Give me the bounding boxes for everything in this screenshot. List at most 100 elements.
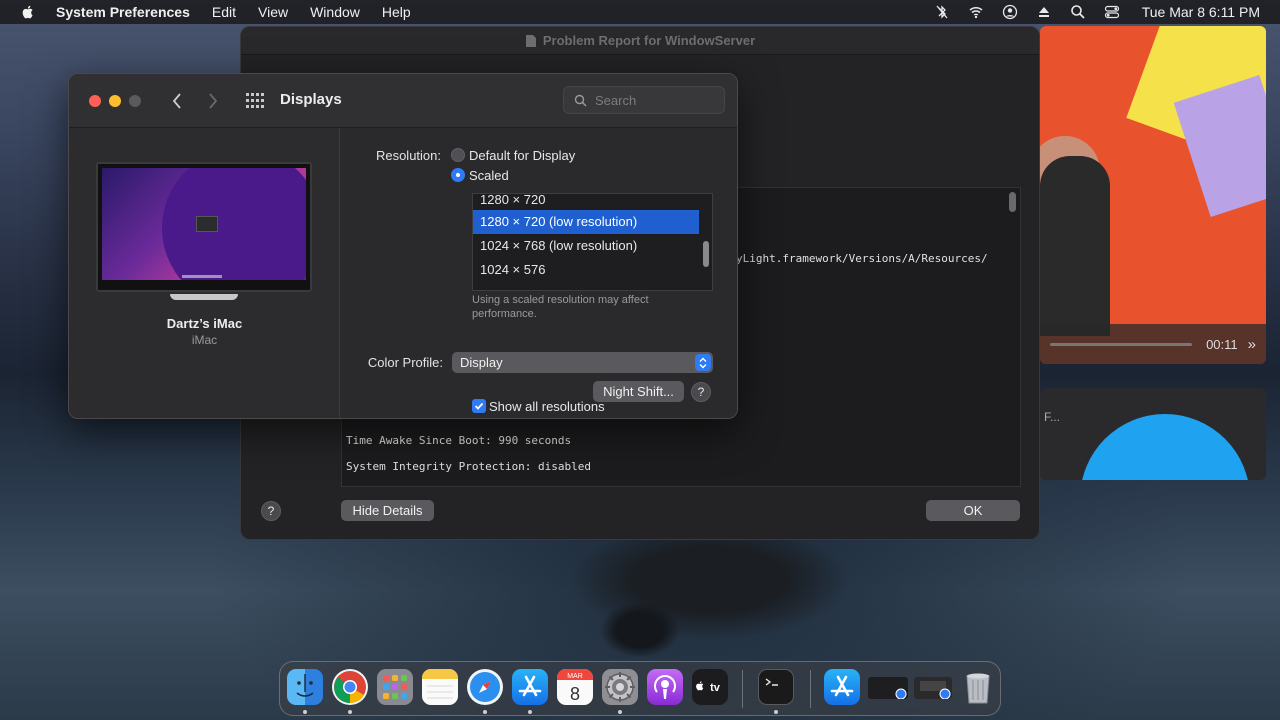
hide-details-button[interactable]: Hide Details xyxy=(341,500,434,521)
skip-forward-icon[interactable]: » xyxy=(1248,336,1256,353)
resolution-list-scrollbar[interactable] xyxy=(703,241,709,267)
show-all-resolutions-label[interactable]: Show all resolutions xyxy=(489,399,605,414)
ok-button[interactable]: OK xyxy=(926,500,1020,521)
app-store-icon[interactable] xyxy=(512,669,548,705)
calendar-icon[interactable]: MAR 8 xyxy=(557,669,593,705)
video-controls: 00:11 » xyxy=(1040,324,1266,364)
menu-edit[interactable]: Edit xyxy=(212,4,236,20)
minimized-window-icon[interactable] xyxy=(868,677,908,699)
apple-tv-label: tv xyxy=(710,682,721,694)
video-time: 00:11 xyxy=(1206,336,1238,352)
control-center-icon[interactable] xyxy=(1104,4,1120,20)
problem-report-titlebar[interactable]: Problem Report for WindowServer xyxy=(241,27,1039,55)
device-model: iMac xyxy=(191,333,218,347)
app-store-folder-icon[interactable] xyxy=(824,669,860,705)
back-arrow-icon[interactable] xyxy=(171,91,183,111)
night-shift-button[interactable]: Night Shift... xyxy=(593,381,684,402)
resolution-item[interactable]: 1024 × 768 (low resolution) xyxy=(473,234,699,258)
calendar-month: MAR xyxy=(567,673,583,680)
zoom-button[interactable] xyxy=(129,95,141,107)
podcasts-icon[interactable] xyxy=(647,669,683,705)
launchpad-icon[interactable] xyxy=(377,669,413,705)
running-indicator xyxy=(528,710,532,714)
video-person xyxy=(1040,156,1110,336)
notes-icon[interactable] xyxy=(422,669,458,705)
wallpaper-mini-dock xyxy=(182,275,222,278)
color-profile-value: Display xyxy=(460,355,503,370)
menu-window[interactable]: Window xyxy=(310,4,360,20)
resolution-item-selected[interactable]: 1280 × 720 (low resolution) xyxy=(473,210,699,234)
wallpaper-mini-window xyxy=(196,216,218,232)
apple-menu-icon[interactable] xyxy=(20,4,36,20)
forward-arrow-icon[interactable] xyxy=(207,91,219,111)
running-indicator xyxy=(774,710,778,714)
report-line: Time Awake Since Boot: 990 seconds xyxy=(346,434,572,447)
minimize-button[interactable] xyxy=(109,95,121,107)
close-button[interactable] xyxy=(89,95,101,107)
menu-view[interactable]: View xyxy=(258,4,288,20)
display-wallpaper xyxy=(102,168,306,280)
menu-clock[interactable]: Tue Mar 8 6:11 PM xyxy=(1142,4,1260,20)
problem-report-title: Problem Report for WindowServer xyxy=(542,33,756,48)
terminal-icon[interactable] xyxy=(758,669,794,705)
blue-circle-graphic xyxy=(1080,414,1250,480)
resolution-list[interactable]: 1280 × 720 1280 × 720 (low resolution) 1… xyxy=(472,193,713,291)
report-line: System Integrity Protection: disabled xyxy=(346,460,592,473)
checkmark-icon xyxy=(474,402,484,410)
radio-scaled[interactable] xyxy=(451,168,465,182)
scaled-resolution-hint: Using a scaled resolution may affect per… xyxy=(472,294,649,320)
report-scrollbar[interactable] xyxy=(1009,192,1016,212)
running-indicator xyxy=(483,710,487,714)
display-arrangement-panel: Dartz’s iMac iMac xyxy=(69,128,340,418)
display-thumbnail[interactable] xyxy=(96,162,312,292)
finder-icon[interactable] xyxy=(287,669,323,705)
chrome-icon[interactable] xyxy=(332,669,368,705)
menu-bar: System Preferences Edit View Window Help… xyxy=(0,0,1280,24)
document-icon xyxy=(525,34,536,47)
video-window[interactable]: 00:11 » xyxy=(1040,26,1266,364)
background-window[interactable]: F... xyxy=(1040,388,1266,480)
dock-separator xyxy=(810,670,811,708)
show-all-resolutions-checkbox[interactable] xyxy=(472,399,486,413)
search-input[interactable] xyxy=(595,92,715,108)
safari-icon[interactable] xyxy=(467,669,503,705)
minimized-window-icon[interactable] xyxy=(914,677,952,699)
display-settings-panel: Resolution: Default for Display Scaled 1… xyxy=(341,128,737,418)
report-line: yLight.framework/Versions/A/Resources/ xyxy=(736,252,988,265)
apple-tv-icon[interactable]: tv xyxy=(692,669,728,705)
menu-app-name[interactable]: System Preferences xyxy=(56,4,190,20)
menu-help[interactable]: Help xyxy=(382,4,411,20)
displays-window: Displays Dartz’s iMac iMac Resolution: D… xyxy=(68,73,738,419)
system-preferences-icon[interactable] xyxy=(602,669,638,705)
option-default-for-display[interactable]: Default for Display xyxy=(469,148,575,163)
desktop-rocks-small xyxy=(600,600,680,660)
calendar-day: 8 xyxy=(570,684,580,704)
running-indicator xyxy=(303,710,307,714)
dock-separator xyxy=(742,670,743,708)
background-window-text: F... xyxy=(1044,410,1061,424)
resolution-label: Resolution: xyxy=(375,148,441,163)
color-profile-label: Color Profile: xyxy=(367,355,443,370)
running-indicator xyxy=(618,710,622,714)
spotlight-search-icon[interactable] xyxy=(1070,4,1086,20)
trash-icon[interactable] xyxy=(960,669,996,705)
show-all-grid-icon[interactable] xyxy=(246,93,264,109)
displays-title: Displays xyxy=(280,91,342,108)
color-profile-select[interactable]: Display xyxy=(452,352,713,373)
report-help-button[interactable]: ? xyxy=(261,501,281,521)
running-indicator xyxy=(348,710,352,714)
menu-extras: Tue Mar 8 6:11 PM xyxy=(934,4,1268,20)
resolution-item[interactable]: 1024 × 576 xyxy=(473,258,699,282)
option-scaled[interactable]: Scaled xyxy=(469,168,509,183)
eject-icon[interactable] xyxy=(1036,4,1052,20)
displays-toolbar[interactable]: Displays xyxy=(69,74,737,128)
user-icon[interactable] xyxy=(1002,4,1018,20)
radio-default-for-display[interactable] xyxy=(451,148,465,162)
display-stand xyxy=(170,294,238,300)
dock: MAR 8 tv xyxy=(279,661,1001,716)
bluetooth-off-icon[interactable] xyxy=(934,4,950,20)
wifi-icon[interactable] xyxy=(968,4,984,20)
video-progress-track[interactable] xyxy=(1050,342,1193,346)
search-field[interactable] xyxy=(563,86,725,114)
displays-help-button[interactable]: ? xyxy=(691,382,711,402)
